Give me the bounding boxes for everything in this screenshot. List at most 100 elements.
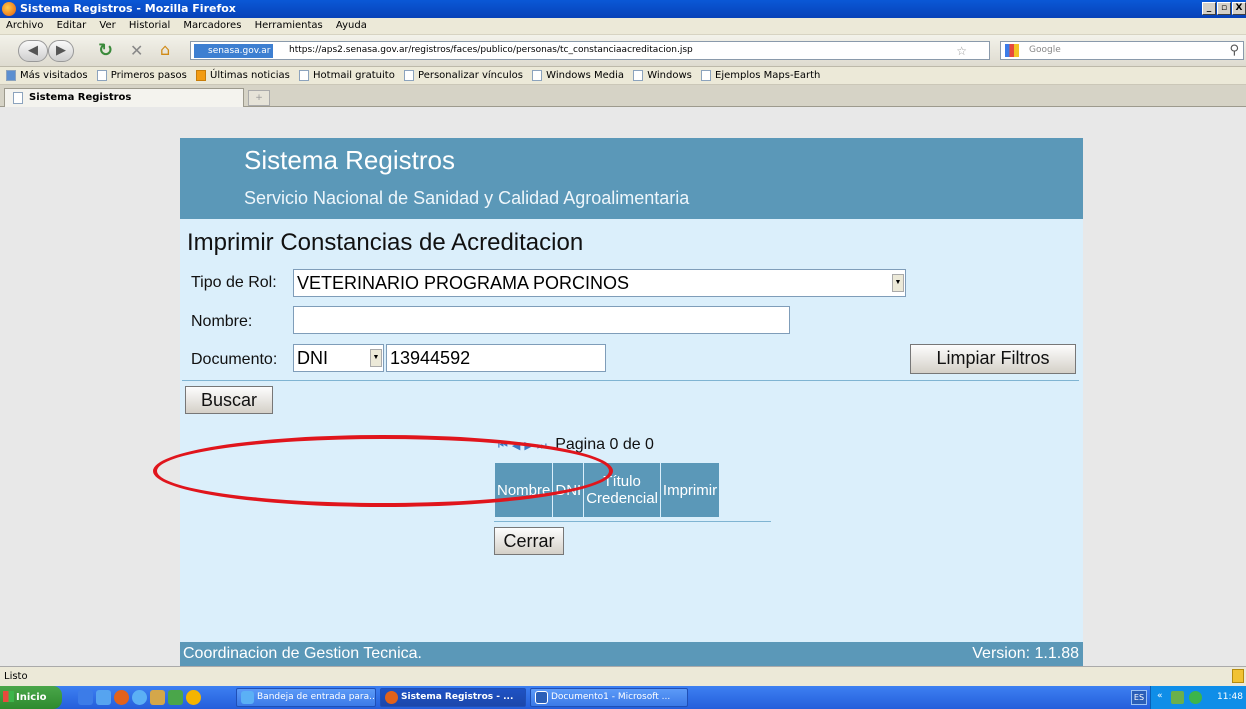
site-identity-button[interactable]: senasa.gov.ar — [194, 44, 274, 58]
limpiar-filtros-button[interactable]: Limpiar Filtros — [910, 344, 1076, 374]
bookmark-label: Windows — [647, 70, 692, 81]
start-button[interactable]: Inicio — [0, 686, 62, 709]
page-header: Sistema Registros Servicio Nacional de S… — [180, 138, 1083, 219]
bookmark-mas-visitados[interactable]: Más visitados — [6, 70, 88, 81]
firefox-icon — [2, 2, 16, 16]
bookmark-label: Hotmail gratuito — [313, 70, 395, 81]
maximize-button[interactable]: ▫ — [1217, 2, 1231, 15]
documento-type-value: DNI — [297, 348, 328, 368]
start-label: Inicio — [16, 692, 47, 703]
column-header-dni[interactable]: DNI — [552, 462, 585, 518]
close-button[interactable]: X — [1232, 2, 1246, 15]
menu-editar[interactable]: Editar — [57, 20, 87, 31]
chevron-left-icon[interactable]: « — [1157, 691, 1163, 701]
explorer-icon[interactable] — [150, 690, 165, 705]
task-label: Documento1 - Microsoft ... — [551, 692, 671, 702]
reload-icon[interactable]: ↻ — [98, 40, 113, 61]
lock-icon — [1232, 669, 1244, 683]
nombre-label: Nombre: — [191, 313, 253, 330]
documento-input[interactable]: 13944592 — [386, 344, 606, 372]
page-icon — [13, 92, 23, 104]
address-bar[interactable]: senasa.gov.ar https://aps2.senasa.gov.ar… — [190, 41, 990, 60]
ie-icon[interactable] — [78, 690, 93, 705]
new-tab-button[interactable]: + — [248, 90, 270, 106]
tipo-rol-value: VETERINARIO PROGRAMA PORCINOS — [297, 273, 630, 293]
task-bandeja[interactable]: Bandeja de entrada para... — [236, 688, 376, 707]
window-titlebar: Sistema Registros - Mozilla Firefox _ ▫ … — [0, 0, 1246, 18]
menu-ayuda[interactable]: Ayuda — [336, 20, 367, 31]
first-page-icon[interactable]: ⏮ — [498, 440, 508, 452]
search-bar[interactable]: Google ⚲ — [1000, 41, 1244, 60]
star-icon[interactable]: ☆ — [956, 44, 967, 58]
forward-button[interactable]: ▶ — [48, 40, 74, 62]
tipo-rol-select[interactable]: VETERINARIO PROGRAMA PORCINOS ▼ — [293, 269, 906, 297]
bookmark-primeros-pasos[interactable]: Primeros pasos — [96, 70, 187, 81]
nombre-input[interactable] — [293, 306, 790, 334]
bookmark-icon — [6, 70, 16, 81]
bookmark-windows-media[interactable]: Windows Media — [532, 70, 624, 81]
prev-page-icon[interactable]: ◀ — [512, 440, 520, 452]
last-page-icon[interactable]: ⏭ — [537, 440, 547, 452]
task-documento[interactable]: Documento1 - Microsoft ... — [530, 688, 688, 707]
stop-icon[interactable]: ✕ — [130, 41, 143, 60]
firefox-icon[interactable] — [114, 690, 129, 705]
task-label: Sistema Registros - ... — [401, 692, 514, 702]
page-icon — [633, 70, 644, 81]
next-page-icon[interactable]: ▶ — [524, 440, 532, 452]
google-icon[interactable] — [1005, 44, 1019, 57]
bookmark-hotmail[interactable]: Hotmail gratuito — [299, 70, 395, 81]
task-label: Bandeja de entrada para... — [257, 692, 376, 702]
rss-icon — [196, 70, 206, 81]
network-icon[interactable] — [1171, 691, 1184, 704]
bookmark-ultimas-noticias[interactable]: Últimas noticias — [196, 70, 290, 81]
browser-icon[interactable] — [96, 690, 111, 705]
menu-historial[interactable]: Historial — [129, 20, 170, 31]
search-icon[interactable]: ⚲ — [1229, 43, 1239, 58]
browser-viewport: Sistema Registros Servicio Nacional de S… — [0, 107, 1246, 666]
menu-ver[interactable]: Ver — [99, 20, 115, 31]
column-header-titulo[interactable]: Título Credencial — [583, 462, 661, 518]
divider — [494, 521, 771, 522]
chevron-down-icon[interactable]: ▼ — [892, 274, 904, 292]
results-table: Nombre DNI Título Credencial Imprimir — [493, 462, 721, 518]
status-text: Listo — [4, 671, 28, 682]
bookmark-maps-earth[interactable]: Ejemplos Maps-Earth — [701, 70, 820, 81]
bookmark-windows[interactable]: Windows — [633, 70, 692, 81]
menu-herramientas[interactable]: Herramientas — [255, 20, 323, 31]
word-icon — [535, 691, 548, 704]
search-input[interactable]: Google — [1029, 45, 1061, 55]
column-header-nombre[interactable]: Nombre — [493, 462, 554, 518]
language-indicator[interactable]: ES — [1131, 690, 1147, 705]
version-text: Version: 1.1.88 — [972, 645, 1079, 662]
task-sistema-registros[interactable]: Sistema Registros - ... — [380, 688, 526, 707]
chrome-icon[interactable] — [186, 690, 201, 705]
cerrar-button[interactable]: Cerrar — [494, 527, 564, 555]
column-header-imprimir[interactable]: Imprimir — [659, 462, 721, 518]
page-footer: Coordinacion de Gestion Tecnica. Version… — [180, 642, 1083, 666]
menu-marcadores[interactable]: Marcadores — [183, 20, 241, 31]
back-button[interactable]: ◀ — [18, 40, 48, 62]
firefox-icon — [385, 691, 398, 704]
bookmark-personalizar[interactable]: Personalizar vínculos — [404, 70, 523, 81]
security-icon[interactable] — [1189, 691, 1202, 704]
menu-archivo[interactable]: Archivo — [6, 20, 43, 31]
taskbar: Inicio Bandeja de entrada para... Sistem… — [0, 686, 1246, 709]
bookmark-label: Personalizar vínculos — [418, 70, 523, 81]
site-subtitle: Servicio Nacional de Sanidad y Calidad A… — [244, 188, 690, 208]
page-icon — [532, 70, 543, 81]
bookmark-label: Más visitados — [20, 70, 88, 81]
messenger-icon[interactable] — [132, 690, 147, 705]
app-icon[interactable] — [168, 690, 183, 705]
divider — [182, 380, 1079, 381]
documento-label: Documento: — [191, 351, 278, 368]
system-tray: ES « 11:48 — [1131, 686, 1246, 709]
bookmark-label: Últimas noticias — [210, 70, 290, 81]
tab-bar: Sistema Registros + — [0, 85, 1246, 107]
minimize-button[interactable]: _ — [1202, 2, 1216, 15]
home-icon[interactable]: ⌂ — [160, 40, 170, 59]
buscar-button[interactable]: Buscar — [185, 386, 273, 414]
chevron-down-icon[interactable]: ▼ — [370, 349, 382, 367]
bookmarks-toolbar: Más visitados Primeros pasos Últimas not… — [0, 67, 1246, 85]
tab-sistema-registros[interactable]: Sistema Registros — [4, 88, 244, 107]
documento-type-select[interactable]: DNI ▼ — [293, 344, 384, 372]
